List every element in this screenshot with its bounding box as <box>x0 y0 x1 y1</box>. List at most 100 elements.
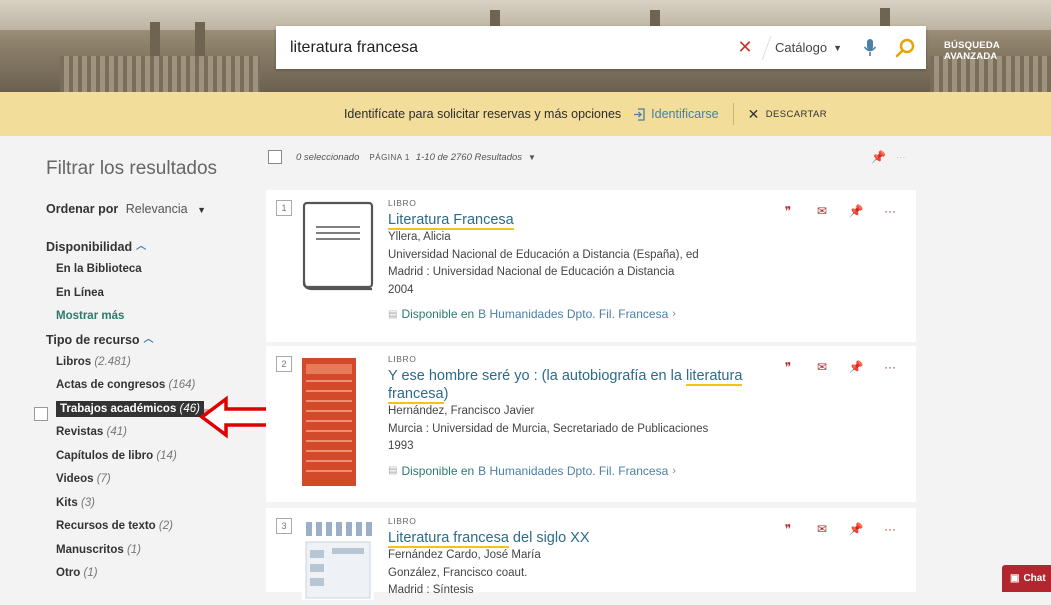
book-cover-image <box>302 358 374 491</box>
sort-control[interactable]: Ordenar por Relevancia ▼ <box>46 202 206 216</box>
result-title-text: Literatura Francesa <box>388 212 514 230</box>
facet-label: Recursos de texto <box>56 520 156 532</box>
result-body: LIBRO Y ese hombre seré yo : (la autobio… <box>388 354 778 478</box>
email-icon[interactable]: ✉ <box>814 522 830 536</box>
header-banner: literatura francesa ✕ Catálogo ▼ BÚSQUED… <box>0 0 1051 92</box>
chat-button[interactable]: ▣ Chat <box>1002 565 1051 592</box>
close-icon: ✕ <box>747 105 760 122</box>
facet-item[interactable]: En Línea <box>46 282 256 306</box>
result-title-highlight: literatura <box>685 368 743 386</box>
availability-status: Disponible en <box>401 463 475 478</box>
sort-label: Ordenar por <box>46 202 119 216</box>
result-actions: ❞ ✉ 📌 ··· <box>780 360 910 374</box>
login-label: Identificarse <box>651 107 719 121</box>
facet-item[interactable]: Kits (3) <box>46 492 256 516</box>
facet-item[interactable]: Libros (2.481) <box>46 351 256 375</box>
result-card[interactable]: 2 LIBRO Y ese hombre seré yo : (la autob… <box>266 346 916 502</box>
facet-item[interactable]: Otro (1) <box>46 562 256 586</box>
result-title-text: ) <box>443 386 449 402</box>
facet-count: (1) <box>126 543 142 556</box>
facet-item[interactable]: Videos (7) <box>46 468 256 492</box>
facet-item[interactable]: Manuscritos (1) <box>46 539 256 563</box>
microphone-icon[interactable] <box>858 36 882 60</box>
result-card[interactable]: 3 LIBRO Literatura francesa del siglo XX… <box>266 508 916 600</box>
facet-item[interactable]: En la Biblioteca <box>46 258 256 282</box>
dismiss-label: DESCARTAR <box>765 108 828 120</box>
filter-title: Filtrar los resultados <box>46 158 218 179</box>
facet-heading-availability[interactable]: Disponibilidad ︿ <box>46 236 256 258</box>
facet-count: (46) <box>179 402 200 415</box>
chevron-down-icon[interactable]: ▼ <box>197 205 206 215</box>
result-meta-line: Madrid : Universidad Nacional de Educaci… <box>388 266 675 278</box>
more-options-icon[interactable]: ··· <box>896 152 906 163</box>
result-number: 2 <box>276 356 292 372</box>
search-icon[interactable] <box>892 35 918 61</box>
search-input[interactable]: literatura francesa <box>276 39 732 57</box>
availability-status: Disponible en <box>401 307 475 321</box>
facet-count: (7) <box>96 473 111 485</box>
facet-count: (41) <box>106 426 127 438</box>
facet-label: Manuscritos <box>56 543 124 556</box>
facet-item[interactable]: Recursos de texto (2) <box>46 515 256 539</box>
result-number: 1 <box>276 200 292 216</box>
pin-icon[interactable]: 📌 <box>848 522 864 536</box>
chat-label: Chat <box>1023 573 1046 584</box>
login-divider <box>732 103 734 125</box>
availability-location: B Humanidades Dpto. Fil. Francesa <box>478 463 669 478</box>
dismiss-button[interactable]: ✕ DESCARTAR <box>748 106 827 123</box>
selected-count: 0 seleccionado <box>296 151 360 163</box>
result-author: Fernández Cardo, José María <box>388 549 541 561</box>
facet-heading-label: Tipo de recurso <box>46 332 140 347</box>
pin-icon[interactable]: 📌 <box>848 204 864 218</box>
email-icon[interactable]: ✉ <box>814 360 830 374</box>
chevron-down-icon[interactable]: ▼ <box>528 153 536 162</box>
search-scope-select[interactable]: Catálogo <box>775 40 827 55</box>
chevron-right-icon: › <box>672 308 676 320</box>
chevron-right-icon: › <box>672 464 676 477</box>
banner-facade <box>60 56 260 92</box>
book-cover-placeholder-icon <box>302 201 374 298</box>
more-options-icon[interactable]: ··· <box>882 204 898 218</box>
more-options-icon[interactable]: ··· <box>882 522 898 536</box>
result-title[interactable]: Literatura francesa del siglo XX <box>388 529 778 548</box>
more-options-icon[interactable]: ··· <box>882 360 898 374</box>
result-title-highlight: Literatura francesa <box>388 530 509 548</box>
email-icon[interactable]: ✉ <box>814 204 830 218</box>
availability-link[interactable]: ▤ Disponible en B Humanidades Dpto. Fil.… <box>388 307 778 321</box>
page-indicator: PÁGINA 1 <box>369 152 410 162</box>
sign-in-icon <box>634 107 645 121</box>
show-more-link[interactable]: Mostrar más <box>46 305 256 329</box>
facet-item[interactable]: Actas de congresos (164) <box>46 374 256 398</box>
facet-heading-type[interactable]: Tipo de recurso ︿ <box>46 329 256 351</box>
login-link[interactable]: Identificarse <box>633 107 719 121</box>
sort-value[interactable]: Relevancia <box>126 202 188 216</box>
availability-link[interactable]: ▤ Disponible en B Humanidades Dpto. Fil.… <box>388 464 778 478</box>
filter-sidebar: Filtrar los resultados Ordenar por Relev… <box>0 136 260 592</box>
chevron-down-icon[interactable]: ▼ <box>833 43 842 53</box>
result-meta-line: 2004 <box>388 283 414 296</box>
result-type: LIBRO <box>388 198 417 208</box>
citation-icon[interactable]: ❞ <box>780 522 796 536</box>
search-box: literatura francesa ✕ Catálogo ▼ <box>276 26 926 69</box>
result-card[interactable]: 1 LIBRO Literatura Francesa Yllera, Alic… <box>266 190 916 342</box>
result-actions: ❞ ✉ 📌 ··· <box>780 522 910 536</box>
result-title[interactable]: Literatura Francesa <box>388 211 778 230</box>
clear-search-icon[interactable]: ✕ <box>732 37 758 58</box>
pin-icon[interactable]: 📌 <box>871 150 886 164</box>
facet-label: En Línea <box>56 286 104 299</box>
facet-count: (3) <box>80 496 95 509</box>
advanced-search-link[interactable]: BÚSQUEDA AVANZADA <box>944 40 1051 62</box>
result-meta-line: 1993 <box>388 440 414 452</box>
facet-checkbox[interactable] <box>34 407 48 421</box>
result-title[interactable]: Y ese hombre seré yo : (la autobiografía… <box>388 367 778 404</box>
result-number: 3 <box>276 518 292 534</box>
citation-icon[interactable]: ❞ <box>780 204 796 218</box>
result-meta-line: Madrid : Síntesis <box>388 584 474 596</box>
select-all-checkbox[interactable] <box>268 150 282 164</box>
facet-label: Revistas <box>56 426 104 438</box>
pin-icon[interactable]: 📌 <box>848 360 864 374</box>
show-more-label: Mostrar más <box>56 310 125 322</box>
facet-item[interactable]: Capítulos de libro (14) <box>46 445 256 469</box>
citation-icon[interactable]: ❞ <box>780 360 796 374</box>
facet-label-text: Trabajos académicos <box>60 402 177 415</box>
